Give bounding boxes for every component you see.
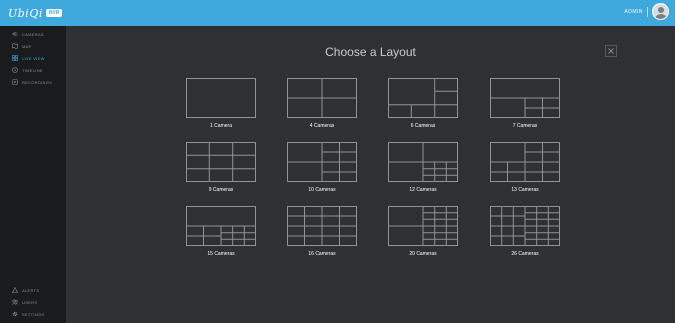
sidebar-item-label: CAMERAS: [22, 31, 44, 37]
layout-grid-preview: [186, 78, 256, 118]
logo-badge: NVR: [45, 9, 63, 17]
layout-label: 13 Cameras: [511, 187, 539, 193]
sidebar-item-label: ALERTS: [22, 287, 40, 293]
layout-grid-preview: [287, 142, 357, 182]
layout-grid-preview: [490, 78, 560, 118]
top-bar: UbiQi NVR ADMIN: [0, 0, 675, 26]
sidebar: CAMERAS MAP LIVE VIEW TIMELINE RECORDING…: [0, 26, 66, 323]
sidebar-item-recordings[interactable]: RECORDINGS: [0, 76, 66, 88]
user-separator: [647, 6, 648, 17]
gear-icon: [12, 311, 18, 317]
sidebar-item-label: TIMELINE: [22, 67, 43, 73]
layout-label: 9 Cameras: [208, 187, 234, 193]
avatar[interactable]: [652, 3, 669, 20]
page-title: Choose a Layout: [325, 45, 416, 59]
layout-grid-preview: [388, 78, 458, 118]
layout-grid-preview: [287, 206, 357, 246]
sidebar-item-live-view[interactable]: LIVE VIEW: [0, 52, 66, 64]
sidebar-item-alerts[interactable]: ALERTS: [0, 284, 66, 296]
layout-grid-preview: [186, 142, 256, 182]
close-button[interactable]: [605, 45, 617, 57]
sidebar-item-settings[interactable]: SETTINGS: [0, 308, 66, 320]
recordings-icon: [12, 79, 18, 85]
sidebar-item-label: USERS: [22, 299, 38, 305]
sidebar-item-label: SETTINGS: [22, 311, 45, 317]
layout-chooser: Choose a Layout 1 Camera 4 Cameras 6 Cam…: [66, 26, 675, 323]
layout-label: 4 Cameras: [309, 123, 335, 129]
layout-label: 7 Cameras: [512, 123, 538, 129]
ubiquiti-logo[interactable]: UbiQi NVR: [8, 6, 63, 20]
map-icon: [12, 43, 18, 49]
user-name: ADMIN: [624, 8, 643, 15]
sidebar-item-label: RECORDINGS: [22, 79, 53, 85]
layout-label: 10 Cameras: [308, 187, 336, 193]
live-view-icon: [12, 55, 18, 61]
timeline-icon: [12, 67, 18, 73]
sidebar-item-timeline[interactable]: TIMELINE: [0, 64, 66, 76]
layout-grid-preview: [388, 142, 458, 182]
layout-grid-preview: [490, 142, 560, 182]
layout-grid-preview: [388, 206, 458, 246]
layout-label: 12 Cameras: [409, 187, 437, 193]
layout-label: 6 Cameras: [410, 123, 436, 129]
sidebar-item-map[interactable]: MAP: [0, 40, 66, 52]
bell-icon: [12, 287, 18, 293]
layout-grid-preview: [186, 206, 256, 246]
layout-grid-preview: [287, 78, 357, 118]
layout-label: 26 Cameras: [511, 251, 539, 257]
layout-label: 1 Camera: [210, 123, 232, 129]
close-icon: [608, 48, 614, 54]
layout-label: 15 Cameras: [207, 251, 235, 257]
layout-label: 16 Cameras: [308, 251, 336, 257]
logo-text: UbiQi: [8, 6, 43, 20]
sidebar-item-label: LIVE VIEW: [22, 55, 45, 61]
cameras-icon: [12, 31, 18, 37]
users-icon: [12, 299, 18, 305]
sidebar-item-users[interactable]: USERS: [0, 296, 66, 308]
sidebar-item-cameras[interactable]: CAMERAS: [0, 28, 66, 40]
sidebar-item-label: MAP: [22, 43, 32, 49]
layout-label: 20 Cameras: [409, 251, 437, 257]
user-menu[interactable]: ADMIN: [624, 3, 669, 20]
layout-grid-preview: [490, 206, 560, 246]
